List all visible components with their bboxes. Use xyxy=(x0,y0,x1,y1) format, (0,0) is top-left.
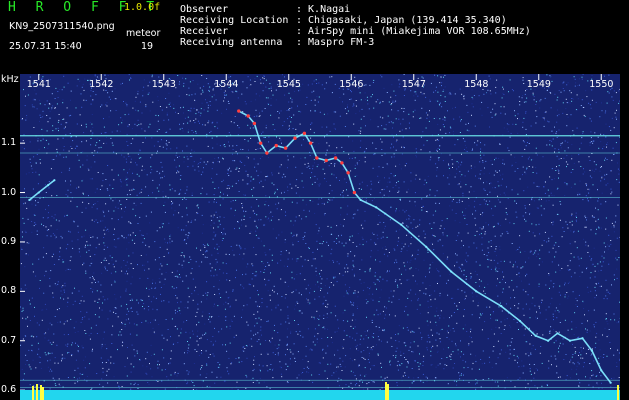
y-tick-label: 0.8 xyxy=(1,285,17,297)
noise-texture xyxy=(20,74,620,400)
trace-point xyxy=(28,198,31,202)
trace-point xyxy=(609,381,612,384)
band-spike xyxy=(617,385,619,400)
trace-point xyxy=(346,171,350,175)
trace-point xyxy=(359,198,362,202)
x-tick-label: 1547 xyxy=(401,79,426,90)
meteor-trace xyxy=(28,179,55,201)
x-tick-label: 1545 xyxy=(276,79,301,90)
trace-point xyxy=(252,121,257,126)
info-label-receiver: Receiver xyxy=(180,26,229,37)
trace-point xyxy=(53,179,56,182)
y-tick-label: 0.9 xyxy=(1,235,17,247)
meteor-label: meteor xyxy=(126,28,161,39)
y-tick-label: 1.1 xyxy=(1,137,17,149)
band-spike xyxy=(387,384,389,400)
trace-point xyxy=(265,151,269,155)
trace-point xyxy=(600,369,603,372)
trace-point xyxy=(246,114,250,118)
spectrogram-svg xyxy=(20,74,620,400)
x-tick-label: 1544 xyxy=(214,79,239,90)
trace-point xyxy=(568,339,572,342)
trace-point xyxy=(293,136,297,140)
trace-point xyxy=(333,156,338,160)
y-tick-label: 0.6 xyxy=(1,384,17,396)
trace-point xyxy=(315,156,319,160)
file-datetime: 25.07.31 15:40 xyxy=(9,41,82,52)
info-value-location: : Chigasaki, Japan (139.414 35.340) xyxy=(296,15,507,26)
x-tick-label: 1549 xyxy=(526,79,551,90)
meteor-count: 19 xyxy=(141,41,154,52)
header: H R O F F T 1.0.0f KN9_2507311540.png 25… xyxy=(0,0,629,74)
trace-point xyxy=(237,109,241,113)
trace-point xyxy=(283,146,288,150)
trace-point xyxy=(518,319,522,323)
trace-point xyxy=(375,206,378,209)
band-spike xyxy=(32,386,34,400)
y-axis-unit: kHz xyxy=(1,74,19,85)
trace-point xyxy=(556,332,559,335)
trace-point xyxy=(274,143,278,148)
band-spike xyxy=(36,384,38,400)
trace-point xyxy=(352,190,357,195)
info-label-observer: Observer xyxy=(180,4,229,15)
y-tick-label: 0.7 xyxy=(1,334,17,346)
info-label-location: Receiving Location xyxy=(180,15,289,26)
info-value-observer: : K.Nagai xyxy=(296,4,351,15)
band-spike xyxy=(385,382,387,400)
trace-point xyxy=(547,339,550,342)
bottom-band xyxy=(20,390,620,400)
info-label-antenna: Receiving antenna xyxy=(180,37,283,48)
trace-point xyxy=(47,184,50,187)
trace-point xyxy=(590,349,593,352)
x-tick-label: 1543 xyxy=(151,79,176,90)
trace-point xyxy=(534,334,537,337)
trace-point xyxy=(450,270,453,273)
x-tick-label: 1546 xyxy=(339,79,364,90)
trace-point xyxy=(302,131,307,135)
trace-point xyxy=(400,223,403,226)
trace-point xyxy=(475,290,478,293)
y-tick-label: 1.0 xyxy=(1,186,17,198)
x-tick-label: 1548 xyxy=(464,79,489,90)
info-value-receiver: : AirSpy mini (Miakejima VOR 108.65MHz) xyxy=(296,26,531,37)
trace-point xyxy=(324,158,328,163)
trace-point xyxy=(500,305,503,308)
trace-point xyxy=(37,191,40,194)
app-version: 1.0.0f xyxy=(124,2,161,13)
trace-point xyxy=(340,161,344,165)
trace-point xyxy=(581,337,584,340)
x-tick-label: 1541 xyxy=(26,79,51,90)
file-name: KN9_2507311540.png xyxy=(9,21,115,32)
x-tick-label: 1550 xyxy=(589,79,614,90)
info-value-antenna: : Maspro FM-3 xyxy=(296,37,375,48)
trace-point xyxy=(425,245,428,248)
x-tick-label: 1542 xyxy=(89,79,114,90)
band-spike xyxy=(40,385,42,400)
trace-point xyxy=(308,141,313,145)
band-spike xyxy=(42,387,44,400)
spectrogram-plot xyxy=(20,74,620,400)
trace-point xyxy=(258,141,263,145)
